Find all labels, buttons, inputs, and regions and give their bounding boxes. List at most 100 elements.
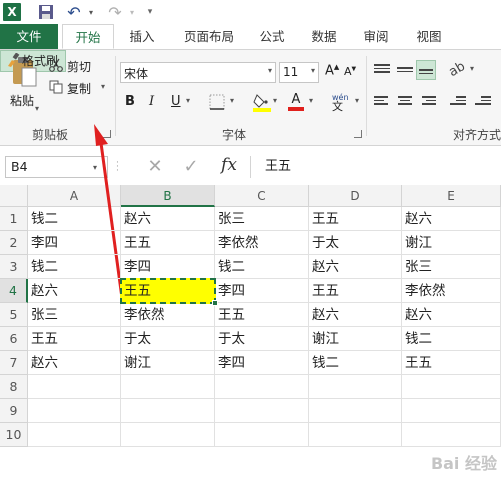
cell-b2[interactable]: 王五	[121, 231, 215, 255]
column-header-c[interactable]: C	[215, 185, 309, 207]
cell-d8[interactable]	[309, 375, 402, 399]
column-header-d[interactable]: D	[309, 185, 402, 207]
cell-b10[interactable]	[121, 423, 215, 447]
cell-a2[interactable]: 李四	[28, 231, 121, 255]
cell-d4[interactable]: 王五	[309, 279, 402, 303]
formula-bar-resize-handle[interactable]: · · ·	[116, 159, 119, 176]
cell-e5[interactable]: 赵六	[402, 303, 501, 327]
bottom-align-icon[interactable]	[416, 60, 436, 80]
cut-button[interactable]: 剪切	[67, 58, 91, 75]
tab-data[interactable]: 数据	[306, 24, 342, 49]
copy-button[interactable]: 复制	[67, 80, 91, 97]
row-header-4[interactable]: 4	[0, 279, 28, 303]
cell-d9[interactable]	[309, 399, 402, 423]
font-launcher-icon[interactable]	[354, 130, 362, 138]
clipboard-launcher-icon[interactable]	[103, 130, 111, 138]
paste-button[interactable]: 粘贴	[10, 92, 34, 109]
shrink-font-icon[interactable]: A▼	[344, 65, 356, 78]
cell-e2[interactable]: 谢江	[402, 231, 501, 255]
cell-b5[interactable]: 李依然	[121, 303, 215, 327]
customize-qat-icon[interactable]: ▾	[144, 3, 156, 21]
enter-check-icon[interactable]: ✓	[179, 156, 203, 178]
cancel-icon[interactable]: ✕	[143, 156, 167, 178]
cell-a1[interactable]: 钱二	[28, 207, 121, 231]
fill-handle[interactable]	[212, 300, 218, 306]
cell-c7[interactable]: 李四	[215, 351, 309, 375]
row-header-6[interactable]: 6	[0, 327, 28, 351]
font-color-icon[interactable]: A	[287, 92, 305, 112]
increase-indent-icon[interactable]	[473, 94, 493, 110]
name-box-dropdown-icon[interactable]: ▾	[93, 163, 97, 172]
orientation-icon[interactable]: ab	[446, 59, 468, 80]
tab-page-layout[interactable]: 页面布局	[176, 24, 242, 49]
borders-icon[interactable]	[208, 94, 226, 110]
italic-icon[interactable]: I	[149, 94, 154, 109]
tab-formulas[interactable]: 公式	[254, 24, 290, 49]
cell-c5[interactable]: 王五	[215, 303, 309, 327]
cell-c10[interactable]	[215, 423, 309, 447]
cell-d10[interactable]	[309, 423, 402, 447]
cell-d5[interactable]: 赵六	[309, 303, 402, 327]
align-left-icon[interactable]	[372, 94, 392, 110]
tab-insert[interactable]: 插入	[120, 24, 164, 49]
save-icon[interactable]	[38, 3, 54, 21]
cell-e8[interactable]	[402, 375, 501, 399]
redo-icon[interactable]: ↷	[107, 3, 123, 22]
cell-c9[interactable]	[215, 399, 309, 423]
select-all-corner[interactable]	[0, 185, 28, 207]
cell-e10[interactable]	[402, 423, 501, 447]
bold-icon[interactable]: B	[125, 94, 135, 109]
cell-d3[interactable]: 赵六	[309, 255, 402, 279]
cell-a5[interactable]: 张三	[28, 303, 121, 327]
cell-e4[interactable]: 李依然	[402, 279, 501, 303]
cell-a10[interactable]	[28, 423, 121, 447]
top-align-icon[interactable]	[372, 62, 392, 78]
cell-c3[interactable]: 钱二	[215, 255, 309, 279]
font-color-dropdown-icon[interactable]: ▾	[309, 96, 313, 105]
underline-icon[interactable]: U	[171, 94, 181, 109]
align-center-icon[interactable]	[395, 94, 415, 110]
orientation-dropdown-icon[interactable]: ▾	[470, 64, 474, 73]
cell-b9[interactable]	[121, 399, 215, 423]
row-header-1[interactable]: 1	[0, 207, 28, 231]
tab-review[interactable]: 审阅	[358, 24, 394, 49]
cell-b3[interactable]: 李四	[121, 255, 215, 279]
cell-e7[interactable]: 王五	[402, 351, 501, 375]
align-right-icon[interactable]	[418, 94, 438, 110]
row-header-2[interactable]: 2	[0, 231, 28, 255]
cell-a9[interactable]	[28, 399, 121, 423]
row-header-3[interactable]: 3	[0, 255, 28, 279]
paste-dropdown-icon[interactable]: ▾	[35, 104, 39, 113]
cell-e3[interactable]: 张三	[402, 255, 501, 279]
row-header-7[interactable]: 7	[0, 351, 28, 375]
row-header-10[interactable]: 10	[0, 423, 28, 447]
cell-d6[interactable]: 谢江	[309, 327, 402, 351]
redo-dropdown-icon[interactable]: ▾	[127, 3, 137, 21]
fill-color-icon[interactable]	[253, 92, 271, 112]
cell-e6[interactable]: 钱二	[402, 327, 501, 351]
font-name-select[interactable]: 宋体 ▾	[120, 62, 276, 83]
cell-d7[interactable]: 钱二	[309, 351, 402, 375]
cell-e1[interactable]: 赵六	[402, 207, 501, 231]
cell-d2[interactable]: 于太	[309, 231, 402, 255]
decrease-indent-icon[interactable]	[448, 94, 468, 110]
cell-b7[interactable]: 谢江	[121, 351, 215, 375]
tab-file[interactable]: 文件	[0, 24, 58, 49]
cell-a4[interactable]: 赵六	[28, 279, 121, 303]
cell-a7[interactable]: 赵六	[28, 351, 121, 375]
cell-c6[interactable]: 于太	[215, 327, 309, 351]
cell-b6[interactable]: 于太	[121, 327, 215, 351]
middle-align-icon[interactable]	[395, 62, 415, 78]
cell-c8[interactable]	[215, 375, 309, 399]
column-header-b[interactable]: B	[121, 185, 215, 207]
font-size-select[interactable]: 11 ▾	[279, 62, 319, 83]
row-header-5[interactable]: 5	[0, 303, 28, 327]
cell-c1[interactable]: 张三	[215, 207, 309, 231]
row-header-8[interactable]: 8	[0, 375, 28, 399]
cell-d1[interactable]: 王五	[309, 207, 402, 231]
tab-view[interactable]: 视图	[411, 24, 447, 49]
phonetic-dropdown-icon[interactable]: ▾	[355, 96, 359, 105]
cell-a6[interactable]: 王五	[28, 327, 121, 351]
row-header-9[interactable]: 9	[0, 399, 28, 423]
column-header-e[interactable]: E	[402, 185, 501, 207]
